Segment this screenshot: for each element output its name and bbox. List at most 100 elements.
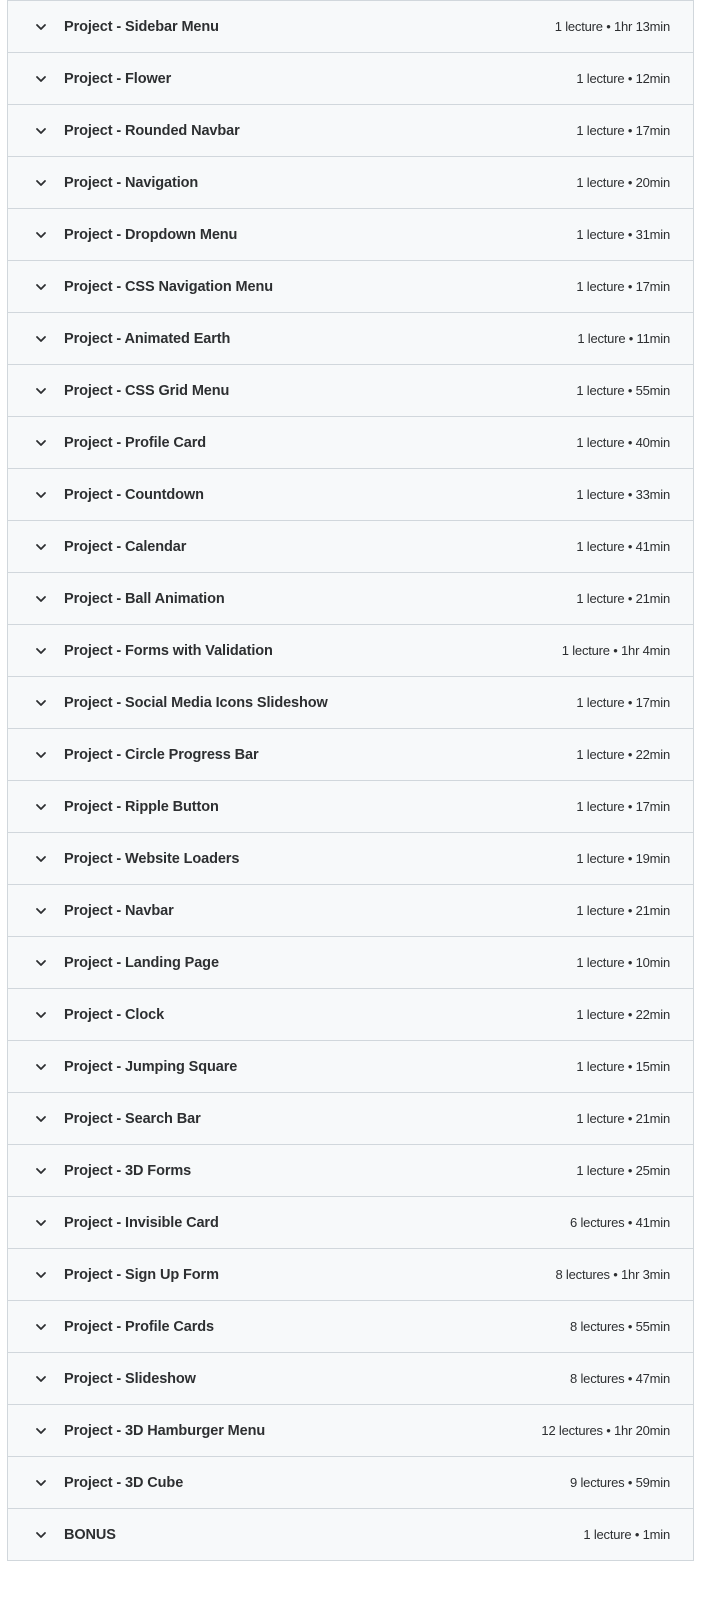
curriculum-section[interactable]: Project - Forms with Validation 1 lectur… <box>8 625 693 677</box>
section-title: Project - CSS Navigation Menu <box>64 278 273 295</box>
curriculum-section[interactable]: Project - Invisible Card 6 lectures • 41… <box>8 1197 693 1249</box>
chevron-down-icon[interactable] <box>34 436 48 450</box>
curriculum-section[interactable]: Project - Slideshow 8 lectures • 47min <box>8 1353 693 1405</box>
curriculum-section[interactable]: Project - Navigation 1 lecture • 20min <box>8 157 693 209</box>
chevron-down-icon[interactable] <box>34 1320 48 1334</box>
section-title: Project - Invisible Card <box>64 1214 219 1231</box>
section-title: Project - Rounded Navbar <box>64 122 240 139</box>
section-meta: 8 lectures • 1hr 3min <box>555 1267 670 1282</box>
chevron-down-icon[interactable] <box>34 540 48 554</box>
chevron-down-icon[interactable] <box>34 1476 48 1490</box>
curriculum-section[interactable]: Project - Profile Card 1 lecture • 40min <box>8 417 693 469</box>
curriculum-section[interactable]: Project - Dropdown Menu 1 lecture • 31mi… <box>8 209 693 261</box>
curriculum-section[interactable]: Project - Search Bar 1 lecture • 21min <box>8 1093 693 1145</box>
section-meta: 1 lecture • 33min <box>576 487 670 502</box>
curriculum-section[interactable]: Project - Ball Animation 1 lecture • 21m… <box>8 573 693 625</box>
curriculum-section[interactable]: Project - CSS Grid Menu 1 lecture • 55mi… <box>8 365 693 417</box>
section-title: Project - 3D Hamburger Menu <box>64 1422 266 1439</box>
curriculum-section[interactable]: Project - 3D Hamburger Menu 12 lectures … <box>8 1405 693 1457</box>
curriculum-section[interactable]: Project - Calendar 1 lecture • 41min <box>8 521 693 573</box>
section-meta: 1 lecture • 17min <box>576 279 670 294</box>
curriculum-section[interactable]: Project - Flower 1 lecture • 12min <box>8 53 693 105</box>
chevron-down-icon[interactable] <box>34 20 48 34</box>
section-title: Project - Sidebar Menu <box>64 18 219 35</box>
chevron-down-icon[interactable] <box>34 644 48 658</box>
section-meta: 1 lecture • 22min <box>576 747 670 762</box>
curriculum-section[interactable]: Project - Countdown 1 lecture • 33min <box>8 469 693 521</box>
chevron-down-icon[interactable] <box>34 1268 48 1282</box>
curriculum-section[interactable]: Project - Social Media Icons Slideshow 1… <box>8 677 693 729</box>
section-title: BONUS <box>64 1526 116 1543</box>
curriculum-section[interactable]: Project - Clock 1 lecture • 22min <box>8 989 693 1041</box>
section-meta: 1 lecture • 17min <box>576 799 670 814</box>
curriculum-section[interactable]: Project - Jumping Square 1 lecture • 15m… <box>8 1041 693 1093</box>
curriculum-section[interactable]: Project - 3D Forms 1 lecture • 25min <box>8 1145 693 1197</box>
curriculum-section[interactable]: Project - Landing Page 1 lecture • 10min <box>8 937 693 989</box>
chevron-down-icon[interactable] <box>34 1164 48 1178</box>
section-meta: 9 lectures • 59min <box>570 1475 670 1490</box>
section-title: Project - Sign Up Form <box>64 1266 219 1283</box>
section-meta: 12 lectures • 1hr 20min <box>541 1423 670 1438</box>
section-meta: 1 lecture • 17min <box>576 695 670 710</box>
curriculum-section[interactable]: Project - Website Loaders 1 lecture • 19… <box>8 833 693 885</box>
section-meta: 1 lecture • 41min <box>576 539 670 554</box>
chevron-down-icon[interactable] <box>34 592 48 606</box>
section-meta: 6 lectures • 41min <box>570 1215 670 1230</box>
section-title: Project - Slideshow <box>64 1370 196 1387</box>
section-meta: 1 lecture • 22min <box>576 1007 670 1022</box>
chevron-down-icon[interactable] <box>34 904 48 918</box>
section-meta: 1 lecture • 1min <box>583 1527 670 1542</box>
chevron-down-icon[interactable] <box>34 1372 48 1386</box>
chevron-down-icon[interactable] <box>34 176 48 190</box>
chevron-down-icon[interactable] <box>34 384 48 398</box>
section-meta: 1 lecture • 21min <box>576 903 670 918</box>
section-meta: 1 lecture • 55min <box>576 383 670 398</box>
course-curriculum: Project - Sidebar Menu 1 lecture • 1hr 1… <box>7 0 694 1561</box>
section-meta: 8 lectures • 47min <box>570 1371 670 1386</box>
chevron-down-icon[interactable] <box>34 228 48 242</box>
chevron-down-icon[interactable] <box>34 124 48 138</box>
section-title: Project - Animated Earth <box>64 330 231 347</box>
section-title: Project - Website Loaders <box>64 850 240 867</box>
section-title: Project - Ripple Button <box>64 798 219 815</box>
section-title: Project - Search Bar <box>64 1110 201 1127</box>
chevron-down-icon[interactable] <box>34 1528 48 1542</box>
chevron-down-icon[interactable] <box>34 800 48 814</box>
curriculum-section[interactable]: Project - Profile Cards 8 lectures • 55m… <box>8 1301 693 1353</box>
chevron-down-icon[interactable] <box>34 1008 48 1022</box>
chevron-down-icon[interactable] <box>34 748 48 762</box>
chevron-down-icon[interactable] <box>34 956 48 970</box>
section-title: Project - 3D Cube <box>64 1474 184 1491</box>
chevron-down-icon[interactable] <box>34 1112 48 1126</box>
section-meta: 1 lecture • 21min <box>576 1111 670 1126</box>
chevron-down-icon[interactable] <box>34 280 48 294</box>
chevron-down-icon[interactable] <box>34 72 48 86</box>
section-title: Project - 3D Forms <box>64 1162 192 1179</box>
chevron-down-icon[interactable] <box>34 1424 48 1438</box>
section-title: Project - Jumping Square <box>64 1058 238 1075</box>
chevron-down-icon[interactable] <box>34 696 48 710</box>
curriculum-section[interactable]: Project - Sidebar Menu 1 lecture • 1hr 1… <box>8 1 693 53</box>
section-meta: 1 lecture • 20min <box>576 175 670 190</box>
curriculum-section[interactable]: Project - Navbar 1 lecture • 21min <box>8 885 693 937</box>
curriculum-section[interactable]: Project - Circle Progress Bar 1 lecture … <box>8 729 693 781</box>
section-title: Project - Navbar <box>64 902 174 919</box>
chevron-down-icon[interactable] <box>34 1216 48 1230</box>
chevron-down-icon[interactable] <box>34 488 48 502</box>
curriculum-section[interactable]: Project - Rounded Navbar 1 lecture • 17m… <box>8 105 693 157</box>
section-meta: 1 lecture • 10min <box>576 955 670 970</box>
curriculum-section[interactable]: Project - Ripple Button 1 lecture • 17mi… <box>8 781 693 833</box>
section-meta: 1 lecture • 19min <box>576 851 670 866</box>
curriculum-section[interactable]: Project - Animated Earth 1 lecture • 11m… <box>8 313 693 365</box>
section-title: Project - Flower <box>64 70 172 87</box>
chevron-down-icon[interactable] <box>34 332 48 346</box>
section-title: Project - Calendar <box>64 538 187 555</box>
curriculum-section[interactable]: Project - CSS Navigation Menu 1 lecture … <box>8 261 693 313</box>
chevron-down-icon[interactable] <box>34 852 48 866</box>
chevron-down-icon[interactable] <box>34 1060 48 1074</box>
curriculum-section[interactable]: BONUS 1 lecture • 1min <box>8 1509 693 1561</box>
curriculum-section[interactable]: Project - 3D Cube 9 lectures • 59min <box>8 1457 693 1509</box>
curriculum-section[interactable]: Project - Sign Up Form 8 lectures • 1hr … <box>8 1249 693 1301</box>
section-meta: 1 lecture • 1hr 4min <box>561 643 670 658</box>
section-title: Project - CSS Grid Menu <box>64 382 230 399</box>
